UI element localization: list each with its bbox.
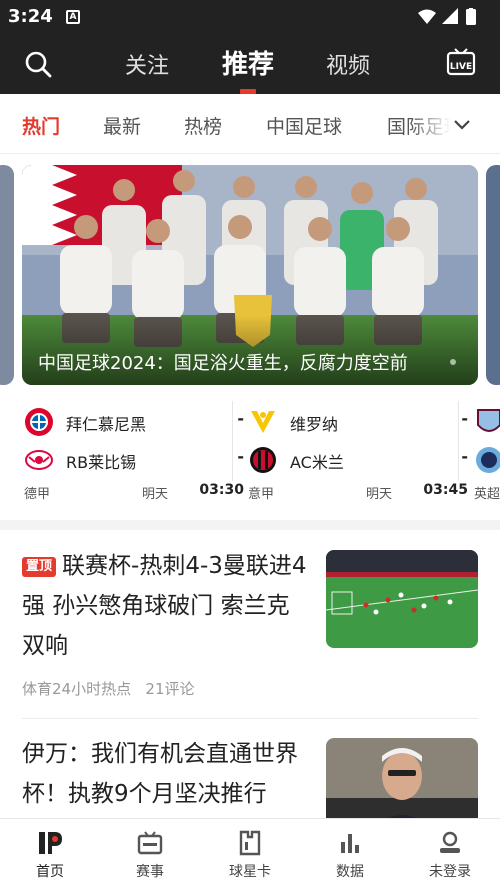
news-title-block: 伊万：我们有机会直通世界杯！执教9个月坚决推行 [22, 734, 312, 814]
tab-recommend[interactable]: 推荐 [222, 44, 274, 81]
home-team-score: - [461, 409, 468, 428]
match-divider [232, 401, 233, 481]
nav-label: 数据 [336, 864, 364, 880]
status-icons [418, 8, 476, 25]
news-item[interactable]: 置顶 联赛杯-热刺4-3曼联进4强 孙兴慜角球破门 索兰克双响 体育24小时热点 … [0, 530, 500, 720]
news-title: 联赛杯-热刺4-3曼联进4强 孙兴慜角球破门 索兰克双响 [22, 553, 307, 659]
carousel-dot [450, 359, 456, 365]
match-away-row: RB莱比锡 - [24, 445, 244, 475]
nav-label: 首页 [36, 864, 64, 880]
match-home-row [474, 407, 500, 437]
news-meta: 体育24小时热点 21评论 [22, 678, 195, 699]
nav-label: 球星卡 [229, 864, 271, 880]
tab-follow[interactable]: 关注 [125, 48, 169, 80]
user-icon [440, 831, 460, 853]
match-day: 明天 [142, 487, 169, 502]
match-divider [458, 401, 459, 481]
match-strip: 拜仁慕尼黑 - RB莱比锡 - 德甲 明天 03:30 维罗纳 - AC米兰 -… [0, 395, 500, 515]
app-root: 3:24 A 关注 推荐 视频 LIVE 热门 最新 热榜 中国足球 中国足球2… [0, 0, 500, 888]
category-china-football[interactable]: 中国足球 [266, 112, 342, 139]
nav-account[interactable]: 未登录 [400, 819, 500, 888]
card-icon [239, 830, 261, 856]
live-tv-icon[interactable]: LIVE [446, 48, 476, 76]
section-separator [0, 520, 500, 530]
news-title: 伊万：我们有机会直通世界杯！执教9个月坚决推行 [22, 741, 298, 807]
banner-next-peek[interactable] [486, 165, 500, 385]
category-hot[interactable]: 热门 [22, 112, 60, 139]
status-time: 3:24 [8, 6, 53, 27]
nav-star-cards[interactable]: 球星卡 [200, 819, 300, 888]
banner-prev-peek[interactable] [0, 165, 14, 385]
category-ranking[interactable]: 热榜 [184, 112, 222, 139]
match-home-row: 维罗纳 - [248, 407, 468, 437]
verona-logo-icon [251, 411, 275, 433]
ac-milan-logo-icon [250, 447, 276, 473]
match-league: 英超 [474, 487, 500, 502]
tv-icon [137, 831, 163, 855]
nav-label: 未登录 [429, 864, 471, 880]
battery-icon [466, 9, 476, 25]
banner-carousel: 中国足球2024：国足浴火重生，反腐力度空前 [0, 165, 500, 385]
away-team-score: - [461, 447, 468, 466]
away-team-name: AC米兰 [290, 453, 344, 472]
category-bar: 热门 最新 热榜 中国足球 国际足球 [0, 94, 500, 154]
away-team-name: RB莱比锡 [66, 453, 137, 472]
match-card-partial[interactable]: 英超 [474, 395, 500, 507]
notification-icon: A [66, 10, 80, 24]
match-home-row: 拜仁慕尼黑 - [24, 407, 244, 437]
match-day: 明天 [366, 487, 393, 502]
news-source: 体育24小时热点 [22, 680, 132, 698]
category-latest[interactable]: 最新 [103, 112, 141, 139]
bayern-logo-icon [25, 408, 53, 436]
live-label: LIVE [450, 62, 472, 72]
banner-card[interactable]: 中国足球2024：国足浴火重生，反腐力度空前 [22, 165, 478, 385]
banner-caption: 中国足球2024：国足浴火重生，反腐力度空前 [38, 353, 408, 374]
search-icon[interactable] [24, 50, 52, 78]
news-comments: 21评论 [145, 680, 195, 698]
man-city-logo-icon [476, 447, 500, 473]
match-card[interactable]: 拜仁慕尼黑 - RB莱比锡 - 德甲 明天 03:30 [24, 395, 244, 507]
chevron-down-icon[interactable] [452, 114, 472, 134]
aston-villa-logo-icon [477, 409, 500, 432]
status-bar: 3:24 A [0, 0, 500, 34]
match-time: 03:45 [423, 482, 468, 498]
match-time: 03:30 [199, 482, 244, 498]
nav-label: 赛事 [136, 864, 164, 880]
match-card[interactable]: 维罗纳 - AC米兰 - 意甲 明天 03:45 [248, 395, 468, 507]
tab-video[interactable]: 视频 [326, 48, 370, 80]
bottom-nav: 首页 赛事 球星卡 数据 未登录 [0, 818, 500, 888]
home-team-name: 拜仁慕尼黑 [66, 415, 147, 434]
news-divider [22, 718, 478, 719]
away-team-score: - [237, 447, 244, 466]
bar-chart-icon [341, 834, 359, 853]
match-league: 意甲 [248, 487, 275, 502]
home-team-name: 维罗纳 [290, 415, 339, 434]
match-photo-image [326, 550, 478, 648]
wifi-icon [418, 9, 436, 24]
nav-home[interactable]: 首页 [0, 819, 100, 888]
news-title-block: 置顶 联赛杯-热刺4-3曼联进4强 孙兴慜角球破门 索兰克双响 [22, 546, 312, 666]
match-away-row [474, 445, 500, 475]
nav-events[interactable]: 赛事 [100, 819, 200, 888]
pinned-badge: 置顶 [22, 557, 57, 577]
nav-data[interactable]: 数据 [300, 819, 400, 888]
signal-icon [442, 8, 458, 24]
match-away-row: AC米兰 - [248, 445, 468, 475]
top-header: 3:24 A 关注 推荐 视频 LIVE [0, 0, 500, 94]
match-league: 德甲 [24, 487, 51, 502]
home-team-score: - [237, 409, 244, 428]
home-logo-icon [39, 832, 62, 854]
leipzig-logo-icon [25, 450, 53, 470]
news-item[interactable]: 伊万：我们有机会直通世界杯！执教9个月坚决推行 [0, 720, 500, 836]
